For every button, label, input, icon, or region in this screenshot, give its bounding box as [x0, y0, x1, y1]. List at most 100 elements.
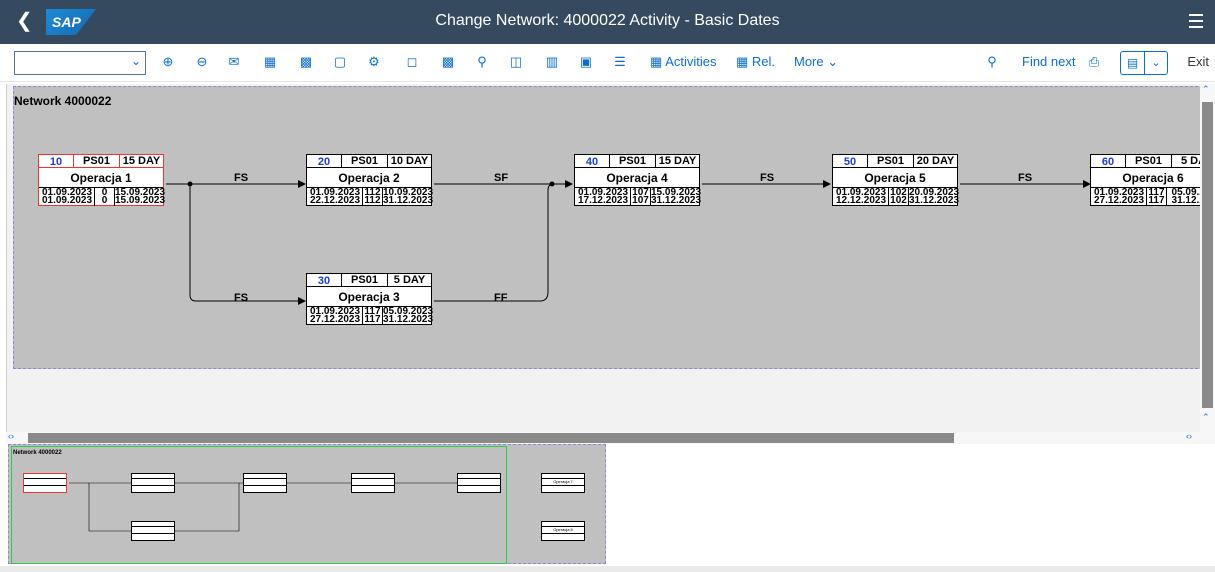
float: 102 [888, 196, 908, 206]
menu-icon[interactable] [1189, 14, 1203, 28]
late-finish: 31.12.2023 [382, 195, 434, 206]
network-overview[interactable]: Network 4000022 Operacja 7 Operacja 8 [8, 444, 606, 564]
late-start: 01.09.2023 [41, 195, 93, 206]
box-frame: 10 PS01 15 DAY Operacja 1 01.09.2023 0 15.09… [38, 154, 166, 206]
activity-box[interactable]: 20 PS01 10 DAY Operacja 2 01.09.2023 112 10.… [306, 154, 438, 212]
late-start: 22.12.2023 [309, 195, 361, 206]
calendar-icon[interactable]: ▢ [332, 54, 348, 70]
window-title: Change Network: 4000022 Activity - Basic… [435, 12, 780, 29]
vertical-scrollbar[interactable]: ⌃ ⌃ [1200, 84, 1215, 432]
horizontal-scrollbar[interactable]: ‹› ‹› [6, 431, 1215, 444]
search-icon[interactable]: ⚲ [474, 54, 490, 70]
scroll-left-icon[interactable]: ‹› [8, 431, 14, 441]
link-label: SF [494, 172, 509, 184]
late-start: 27.12.2023 [309, 314, 361, 325]
activities-label: Activities [665, 54, 717, 69]
activity-number: 10 [49, 156, 63, 168]
overview-node: Operacja 8 [541, 521, 585, 541]
gantt-icon[interactable]: ☰ [612, 54, 628, 70]
float: 0 [94, 196, 114, 206]
network-canvas[interactable] [6, 84, 1200, 432]
scroll-down-icon[interactable]: ⌃ [1202, 412, 1210, 423]
delete-icon[interactable]: ◫ [508, 54, 524, 70]
grid-icon[interactable]: ▦ [262, 54, 278, 70]
activity-name: Operacja 1 [70, 171, 132, 185]
scroll-up-icon[interactable]: ⌃ [1202, 84, 1210, 95]
link-label: FS [760, 172, 775, 184]
late-start: 12.12.2023 [835, 195, 887, 206]
activity-box-clip: 60PS015 DA Operacja 6 01.09.202311705.09… [1090, 150, 1200, 220]
link-label: FS [1018, 172, 1033, 184]
view-select[interactable]: ⌄ [14, 51, 146, 75]
activity-box[interactable]: 30 PS01 5 DAY Operacja 3 01.09.2023 117 05.0… [306, 273, 438, 331]
status-bar [0, 566, 1215, 572]
copy-icon[interactable]: ▩ [440, 54, 456, 70]
activity-box[interactable]: 10 PS01 15 DAY Operacja 1 01.09.2023 0 15.09… [38, 154, 170, 212]
activity-box[interactable]: 40 PS01 15 DAY Operacja 4 01.09.2023 107 15.… [574, 154, 706, 212]
activities-icon: ▦ [650, 54, 666, 69]
activity-duration: 15 DAY [119, 155, 163, 168]
activity-profile: PS01 [73, 155, 119, 168]
activity-duration: 5 DAY [387, 274, 431, 287]
scroll-right-icon[interactable]: ‹› [1186, 431, 1192, 441]
link-label: FS [234, 172, 249, 184]
activity-profile: PS01 [867, 155, 913, 168]
late-finish: 31.12.2023 [650, 195, 702, 206]
box-frame: 60PS015 DA Operacja 6 01.09.202311705.09… [1090, 154, 1200, 206]
activity-box[interactable]: 50 PS01 20 DAY Operacja 5 01.09.2023 102 20.… [832, 154, 964, 212]
activity-profile: PS01 [341, 274, 387, 287]
chevron-down-icon: ⌄ [827, 54, 839, 69]
late-finish: 31.12.20 [1166, 196, 1200, 206]
float: 117 [362, 315, 382, 325]
document-icon[interactable]: ◻ [404, 54, 420, 70]
find-icon[interactable]: ⚲ [984, 54, 1000, 70]
activities-button[interactable]: ▦ Activities [650, 54, 716, 70]
more-label: More [794, 54, 824, 69]
activity-duration: 20 DAY [913, 155, 957, 168]
image-icon[interactable]: ▣ [578, 54, 594, 70]
zoom-in-icon[interactable]: ⊕ [160, 54, 176, 70]
activity-name: Operacja 4 [606, 171, 668, 185]
activity-name: Operacja 3 [338, 290, 400, 304]
activity-profile: PS01 [341, 155, 387, 168]
box-frame: 20 PS01 10 DAY Operacja 2 01.09.2023 112 10.… [306, 154, 434, 206]
scroll-thumb[interactable] [1202, 102, 1213, 408]
rel-label: Rel. [751, 54, 776, 69]
activity-number: 50 [843, 156, 857, 168]
more-button[interactable]: More ⌄ [794, 54, 838, 70]
find-next-button[interactable]: Find next [1022, 54, 1075, 70]
nodes-icon[interactable]: ▩ [298, 54, 314, 70]
rel-button[interactable]: ▦ Rel. [736, 54, 775, 70]
title-bar: ❮ SAP Change Network: 4000022 Activity -… [0, 0, 1215, 44]
layout-icon[interactable]: ▤ [1121, 52, 1145, 74]
rel-icon: ▦ [736, 54, 752, 69]
overview-viewport[interactable] [11, 446, 507, 564]
late-start: 17.12.2023 [577, 195, 629, 206]
activity-number: 60 [1101, 156, 1115, 168]
box-frame: 40 PS01 15 DAY Operacja 4 01.09.2023 107 15.… [574, 154, 702, 206]
activity-name: Operacja 2 [338, 171, 400, 185]
activity-number: 40 [585, 156, 599, 168]
toolbar: ⌄ ⊕ ⊖ ✉ ▦ ▩ ▢ ⚙ ◻ ▩ ⚲ ◫ ▥ ▣ ☰ ▦ Activiti… [0, 44, 1215, 82]
filter-icon[interactable]: ▥ [544, 54, 560, 70]
exit-button[interactable]: Exit [1187, 54, 1209, 69]
print-icon[interactable]: ⎙ [1086, 54, 1102, 70]
chevron-down-icon[interactable]: ⌄ [1145, 52, 1167, 74]
scroll-thumb[interactable] [28, 433, 954, 443]
activity-number: 20 [317, 156, 331, 168]
float: 107 [630, 196, 650, 206]
zoom-out-icon[interactable]: ⊖ [194, 54, 210, 70]
late-finish: 31.12.2023 [382, 314, 434, 325]
activity-name: Operacja 5 [864, 171, 926, 185]
late-start: 27.12.2023 [1093, 195, 1145, 206]
activity-box[interactable]: 60PS015 DA Operacja 6 01.09.202311705.09… [1090, 154, 1200, 212]
activity-name: Operacja 6 [1122, 171, 1184, 185]
late-finish: 15.09.2023 [114, 195, 166, 206]
overview-node: Operacja 7 [541, 473, 585, 493]
box-frame: 30 PS01 5 DAY Operacja 3 01.09.2023 117 05.0… [306, 273, 434, 325]
layout-toggle[interactable]: ▤ ⌄ [1120, 51, 1168, 75]
activity-profile: PS01 [1125, 155, 1171, 168]
settings-icon[interactable]: ⚙ [366, 54, 382, 70]
activity-duration: 5 DA [1171, 155, 1200, 168]
mail-icon[interactable]: ✉ [226, 54, 242, 70]
